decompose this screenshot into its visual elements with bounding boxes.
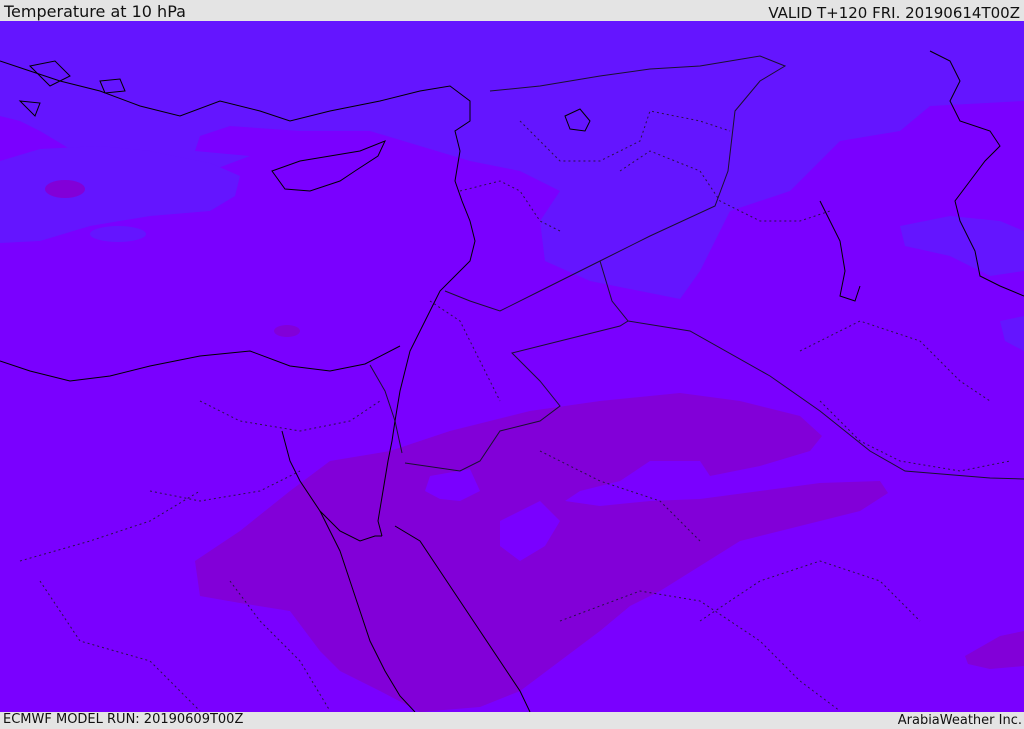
cool-zone-small-west — [90, 226, 146, 242]
valid-time-label: VALID T+120 FRI. 20190614T00Z — [768, 4, 1020, 22]
map-title: Temperature at 10 hPa — [4, 2, 186, 21]
header-bar: Temperature at 10 hPa VALID T+120 FRI. 2… — [0, 0, 1024, 21]
warm-zone-small-west — [45, 180, 85, 198]
model-run-label: ECMWF MODEL RUN: 20190609T00Z — [3, 712, 244, 727]
warm-zone-small-east — [274, 325, 300, 337]
temperature-map — [0, 21, 1024, 712]
footer-bar: ECMWF MODEL RUN: 20190609T00Z ArabiaWeat… — [0, 712, 1024, 729]
credit-label: ArabiaWeather Inc. — [897, 713, 1022, 728]
